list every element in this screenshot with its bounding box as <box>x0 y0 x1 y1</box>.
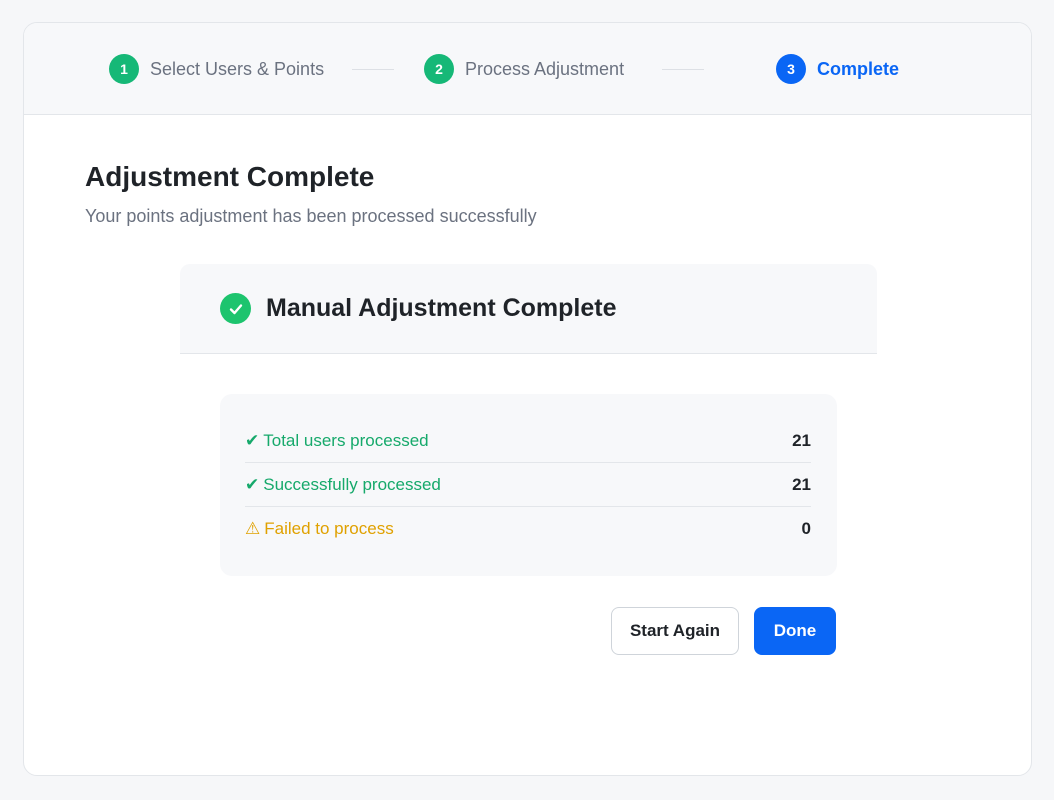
stat-label-text: Successfully processed <box>263 474 441 494</box>
step-label: Select Users & Points <box>150 58 325 79</box>
step-complete: 3 Complete <box>776 54 899 84</box>
step-connector <box>352 69 394 70</box>
page-subtitle: Your points adjustment has been processe… <box>85 206 537 226</box>
stat-value: 21 <box>792 430 811 450</box>
stat-row-failed: ⚠ Failed to process 0 <box>245 507 811 551</box>
result-title: Manual Adjustment Complete <box>266 294 617 322</box>
stat-value: 0 <box>801 519 811 538</box>
stat-label: ⚠ Failed to process <box>245 519 394 539</box>
step-label: Complete <box>817 58 900 79</box>
done-button[interactable]: Done <box>754 607 836 655</box>
stat-value: 21 <box>792 474 811 494</box>
stat-row-total-users: ✔ Total users processed 21 <box>245 419 811 463</box>
step-label: Process Adjustment <box>465 58 625 79</box>
warning-icon: ⚠ <box>245 519 261 538</box>
checkmark-icon: ✔ <box>245 430 260 450</box>
stats-panel: ✔ Total users processed 21 ✔ Successfull… <box>220 394 837 576</box>
step-number: 3 <box>776 54 806 84</box>
step-connector <box>662 69 704 70</box>
action-buttons: Start Again Done <box>611 607 836 655</box>
step-number: 1 <box>109 54 139 84</box>
stat-label: ✔ Successfully processed <box>245 475 441 495</box>
step-select-users: 1 Select Users & Points <box>109 54 324 84</box>
stat-label-text: Total users processed <box>263 430 429 450</box>
stat-label-text: Failed to process <box>264 519 394 538</box>
checkmark-icon: ✔ <box>245 474 260 494</box>
adjustment-card: 1 Select Users & Points 2 Process Adjust… <box>23 22 1032 776</box>
page-header: Adjustment Complete Your points adjustme… <box>85 161 537 227</box>
check-circle-icon <box>220 293 251 324</box>
stepper: 1 Select Users & Points 2 Process Adjust… <box>24 23 1031 115</box>
result-header: Manual Adjustment Complete <box>180 264 877 354</box>
page-title: Adjustment Complete <box>85 161 375 192</box>
step-number: 2 <box>424 54 454 84</box>
start-again-button[interactable]: Start Again <box>611 607 739 655</box>
stat-label: ✔ Total users processed <box>245 431 429 451</box>
stat-row-successful: ✔ Successfully processed 21 <box>245 463 811 507</box>
step-process-adjustment: 2 Process Adjustment <box>424 54 624 84</box>
